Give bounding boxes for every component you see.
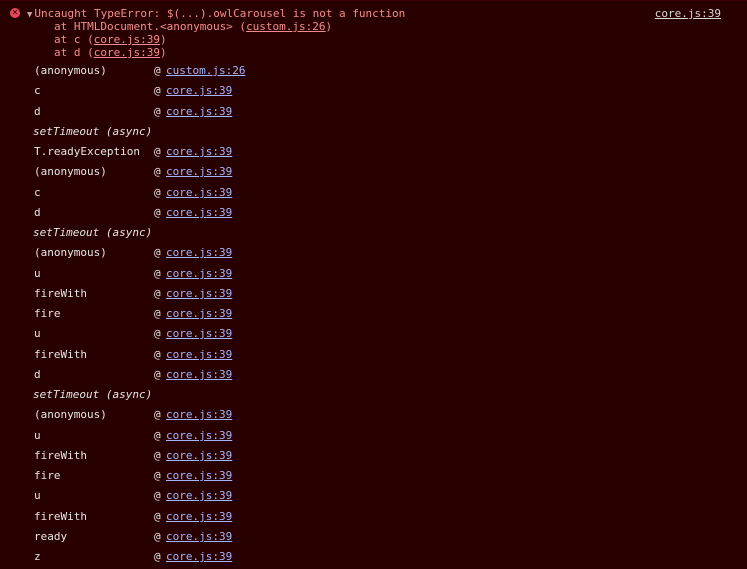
- frame-at-symbol: @: [154, 246, 161, 259]
- frame-source-link[interactable]: core.js:39: [166, 287, 232, 301]
- frame-at-symbol: @: [154, 368, 161, 381]
- frame-function-name: d: [34, 206, 41, 219]
- error-stack-text: at d (: [54, 46, 94, 59]
- frame-source-link[interactable]: core.js:39: [166, 408, 232, 422]
- frame-source-link[interactable]: core.js:39: [166, 206, 232, 220]
- frame-at-symbol: @: [154, 408, 161, 421]
- frame-at-symbol: @: [154, 287, 161, 300]
- error-message-text: Uncaught TypeError: $(...).owlCarousel i…: [34, 7, 406, 20]
- frame-at-symbol: @: [154, 327, 161, 340]
- frame-source-link[interactable]: core.js:39: [166, 530, 232, 544]
- frame-function-name: fire: [34, 469, 61, 482]
- expand-triangle-icon[interactable]: ▼: [27, 10, 32, 20]
- frame-source-link[interactable]: core.js:39: [166, 145, 232, 159]
- frame-at-symbol: @: [154, 145, 161, 158]
- frame-function-name: (anonymous): [34, 64, 107, 77]
- frame-at-symbol: @: [154, 550, 161, 563]
- frame-at-symbol: @: [154, 267, 161, 280]
- frame-source-link[interactable]: core.js:39: [166, 489, 232, 503]
- frame-at-symbol: @: [154, 510, 161, 523]
- frame-source-link[interactable]: core.js:39: [166, 429, 232, 443]
- async-boundary-label: setTimeout (async): [33, 226, 153, 239]
- frame-function-name: T.readyException: [34, 145, 140, 158]
- frame-at-symbol: @: [154, 489, 161, 502]
- frame-function-name: u: [34, 489, 41, 502]
- frame-at-symbol: @: [154, 429, 161, 442]
- frame-at-symbol: @: [154, 307, 161, 320]
- async-boundary-label: setTimeout (async): [33, 388, 153, 401]
- frame-source-link[interactable]: core.js:39: [166, 246, 232, 260]
- frame-source-link[interactable]: core.js:39: [166, 327, 232, 341]
- frame-at-symbol: @: [154, 64, 161, 77]
- frame-source-link[interactable]: core.js:39: [166, 186, 232, 200]
- frame-at-symbol: @: [154, 348, 161, 361]
- frame-source-link[interactable]: core.js:39: [166, 165, 232, 179]
- async-boundary-label: setTimeout (async): [33, 125, 153, 138]
- frame-at-symbol: @: [154, 449, 161, 462]
- frame-function-name: u: [34, 429, 41, 442]
- error-stack-link[interactable]: core.js:39: [94, 46, 160, 59]
- frame-at-symbol: @: [154, 469, 161, 482]
- frame-function-name: c: [34, 84, 41, 97]
- frame-function-name: (anonymous): [34, 246, 107, 259]
- frame-function-name: d: [34, 368, 41, 381]
- frame-function-name: z: [34, 550, 41, 563]
- frame-at-symbol: @: [154, 84, 161, 97]
- frame-source-link[interactable]: core.js:39: [166, 348, 232, 362]
- error-stack-line: at d (core.js:39): [54, 46, 167, 59]
- frame-at-symbol: @: [154, 186, 161, 199]
- frame-source-link[interactable]: core.js:39: [166, 84, 232, 98]
- frame-function-name: fireWith: [34, 348, 87, 361]
- frame-source-link[interactable]: core.js:39: [166, 307, 232, 321]
- error-source-link[interactable]: core.js:39: [655, 7, 721, 20]
- error-stack-line: at HTMLDocument.<anonymous> (custom.js:2…: [54, 20, 332, 33]
- frame-function-name: c: [34, 186, 41, 199]
- frame-function-name: u: [34, 267, 41, 280]
- frame-at-symbol: @: [154, 206, 161, 219]
- frame-function-name: fireWith: [34, 287, 87, 300]
- error-stack-line: at c (core.js:39): [54, 33, 167, 46]
- frame-function-name: fireWith: [34, 510, 87, 523]
- error-stack-text: ): [159, 33, 167, 46]
- frame-source-link[interactable]: custom.js:26: [166, 64, 245, 78]
- frame-source-link[interactable]: core.js:39: [166, 550, 232, 564]
- frame-function-name: fireWith: [34, 449, 87, 462]
- error-stack-link[interactable]: custom.js:26: [246, 20, 325, 33]
- frame-function-name: d: [34, 105, 41, 118]
- error-message[interactable]: ▼ Uncaught TypeError: $(...).owlCarousel …: [27, 7, 405, 20]
- frame-function-name: u: [34, 327, 41, 340]
- frame-at-symbol: @: [154, 530, 161, 543]
- frame-function-name: ready: [34, 530, 68, 543]
- frame-function-name: fire: [34, 307, 61, 320]
- frame-source-link[interactable]: core.js:39: [166, 368, 232, 382]
- error-stack-link[interactable]: core.js:39: [94, 33, 160, 46]
- error-stack-text: ): [159, 46, 167, 59]
- frame-function-name: (anonymous): [34, 165, 107, 178]
- error-circle-icon: ✕: [10, 8, 20, 18]
- error-stack-text: ): [325, 20, 333, 33]
- error-stack-text: at c (: [54, 33, 94, 46]
- console-panel: ✕ ▼ Uncaught TypeError: $(...).owlCarouse…: [0, 0, 747, 569]
- error-stack-text: at HTMLDocument.<anonymous> (: [54, 20, 247, 33]
- frame-source-link[interactable]: core.js:39: [166, 449, 232, 463]
- frame-source-link[interactable]: core.js:39: [166, 267, 232, 281]
- frame-source-link[interactable]: core.js:39: [166, 469, 232, 483]
- frame-at-symbol: @: [154, 165, 161, 178]
- frame-source-link[interactable]: core.js:39: [166, 510, 232, 524]
- frame-function-name: (anonymous): [34, 408, 107, 421]
- frame-at-symbol: @: [154, 105, 161, 118]
- frame-source-link[interactable]: core.js:39: [166, 105, 232, 119]
